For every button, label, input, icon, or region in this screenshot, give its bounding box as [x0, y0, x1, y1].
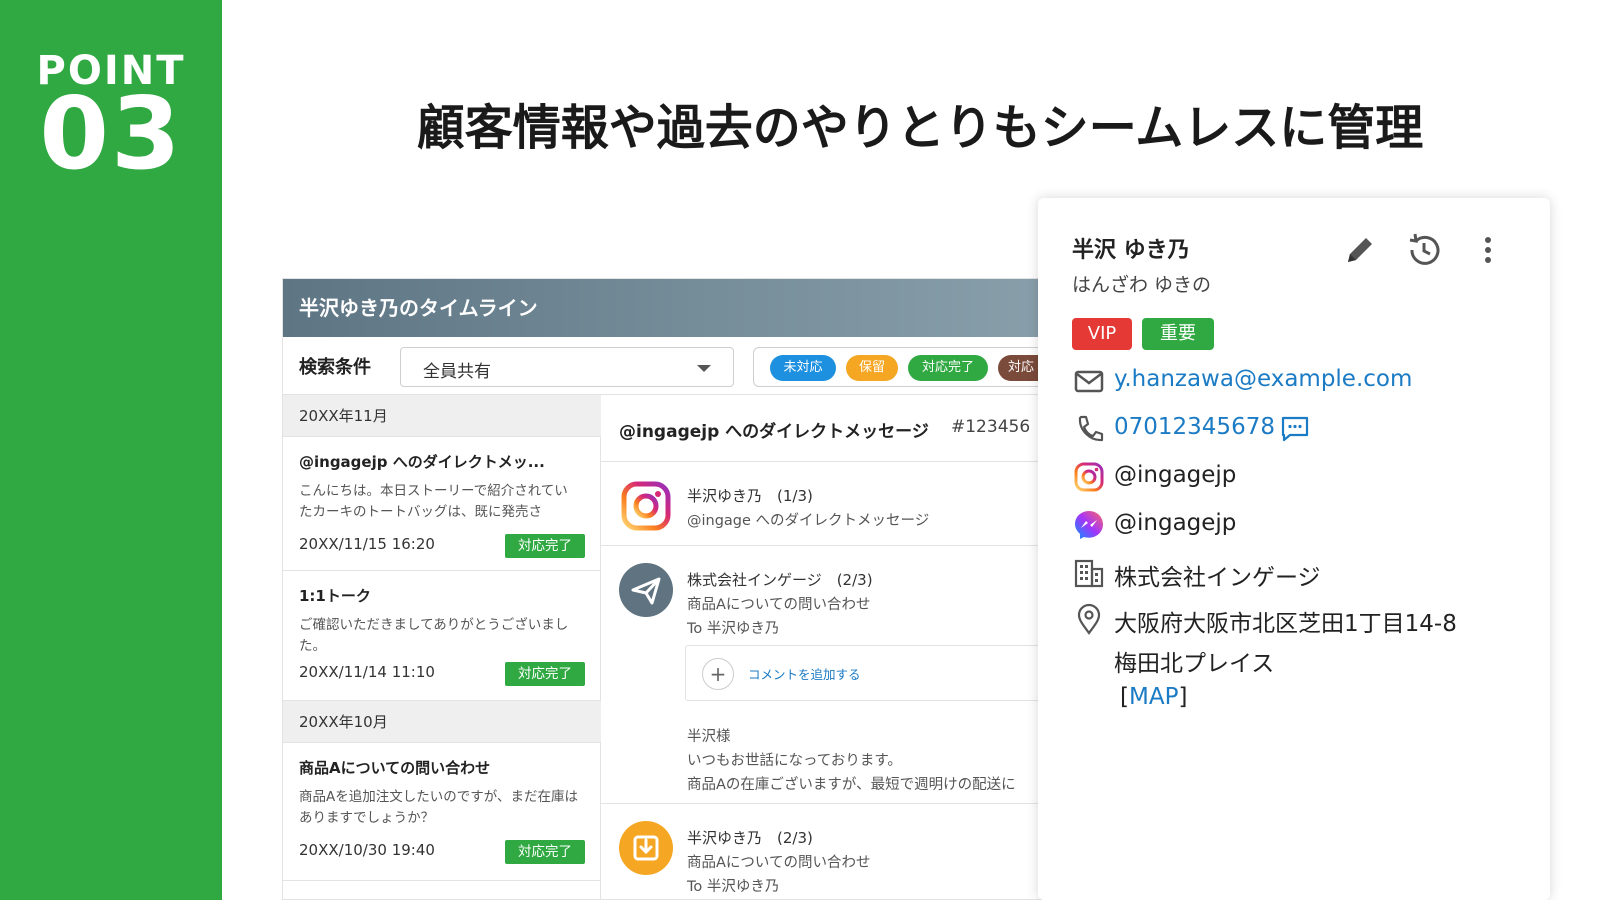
plus-icon[interactable]: +: [702, 658, 734, 690]
detail-title: @ingagejp へのダイレクトメッセージ: [619, 422, 929, 442]
tag-important: 重要: [1142, 318, 1214, 350]
address-line-1: 大阪府大阪市北区芝田1丁目14-8: [1114, 611, 1457, 637]
email-link[interactable]: y.hanzawa@example.com: [1114, 366, 1412, 392]
message-sender: 株式会社インゲージ (2/3): [687, 571, 873, 589]
customer-profile-card: 半沢 ゆき乃 はんざわ ゆきの VIP 重要 y.hanzawa@example…: [1038, 198, 1550, 900]
timeline-title: 半沢ゆき乃のタイムライン: [283, 279, 1071, 337]
send-icon: [619, 563, 673, 617]
month-header: 20XX年10月: [283, 701, 601, 743]
phone-link[interactable]: 07012345678: [1114, 414, 1275, 440]
select-value: 全員共有: [423, 362, 491, 382]
list-item-time: 20XX/10/30 19:40: [299, 841, 435, 859]
reply-line: 半沢様: [687, 729, 731, 745]
map-bracket-open: [: [1120, 684, 1129, 710]
filter-chip-hold[interactable]: 保留: [846, 355, 898, 381]
list-item[interactable]: @ingagejp へのダイレクトメッ... こんにちは。本日ストーリーで紹介さ…: [283, 437, 601, 571]
list-item-title: 1:1トーク: [299, 587, 371, 605]
headline: 顧客情報や過去のやりとりもシームレスに管理: [416, 100, 1424, 156]
search-label: 検索条件: [299, 357, 371, 378]
instagram-icon: [619, 479, 673, 533]
divider: [601, 545, 1071, 546]
tag-vip: VIP: [1072, 318, 1132, 350]
divider: [601, 461, 1071, 462]
message-recipient: To 半沢ゆき乃: [687, 621, 780, 637]
mail-icon: [1072, 364, 1106, 398]
message-sender: 半沢ゆき乃 (1/3): [687, 487, 813, 505]
message-subject: 商品Aについての問い合わせ: [687, 855, 871, 871]
message-sender: 半沢ゆき乃 (2/3): [687, 829, 813, 847]
conversation-list: 20XX年11月 @ingagejp へのダイレクトメッ... こんにちは。本日…: [283, 395, 601, 899]
phone-icon: [1072, 412, 1106, 446]
message-subject: @ingage へのダイレクトメッセージ: [687, 513, 930, 529]
ticket-id: #123456: [951, 417, 1031, 437]
instagram-handle: @ingagejp: [1114, 462, 1237, 488]
list-item[interactable]: 1:1トーク ご確認いただきましてありがとうございました。 20XX/11/14…: [283, 571, 601, 701]
list-item-time: 20XX/11/14 11:10: [299, 663, 435, 681]
edit-icon[interactable]: [1340, 230, 1380, 270]
building-icon: [1072, 556, 1106, 590]
month-header: 20XX年11月: [283, 395, 601, 437]
filter-chip-unhandled[interactable]: 未対応: [770, 355, 836, 381]
list-item[interactable]: 商品Aについての問い合わせ 商品Aを追加注文したいのですが、まだ在庫はありますで…: [283, 743, 601, 881]
timeline-panel: 半沢ゆき乃のタイムライン 検索条件 全員共有 未対応 保留 対応完了 対応 20…: [282, 278, 1072, 900]
map-bracket-close: ]: [1178, 684, 1188, 710]
messenger-handle: @ingagejp: [1114, 510, 1237, 536]
point-sidebar: POINT 03: [0, 0, 222, 900]
history-icon[interactable]: [1404, 230, 1444, 270]
list-item-preview: 商品Aを追加注文したいのですが、まだ在庫はありますでしょうか？: [299, 789, 578, 826]
map-link-wrapper: [MAP]: [1120, 684, 1187, 710]
search-bar: 検索条件 全員共有 未対応 保留 対応完了 対応: [283, 337, 1071, 395]
status-filter-group: 未対応 保留 対応完了 対応: [753, 347, 1071, 387]
inbox-icon: [619, 821, 673, 875]
more-icon[interactable]: [1468, 230, 1508, 270]
conversation-detail: @ingagejp へのダイレクトメッセージ #123456 半沢ゆき乃 (1/…: [601, 395, 1071, 899]
status-badge: 対応完了: [505, 534, 585, 558]
list-item-time: 20XX/11/15 16:20: [299, 535, 435, 553]
sms-icon[interactable]: [1278, 412, 1312, 446]
status-badge: 対応完了: [505, 840, 585, 864]
company-name: 株式会社インゲージ: [1114, 565, 1321, 591]
add-comment-link[interactable]: コメントを追加する: [748, 664, 861, 683]
messenger-icon: [1072, 508, 1106, 542]
divider: [601, 803, 1071, 804]
message-recipient: To 半沢ゆき乃: [687, 879, 780, 895]
customer-kana: はんざわ ゆきの: [1072, 274, 1212, 296]
list-item-preview: こんにちは。本日ストーリーで紹介されていたカーキのトートバッグは、既に発売さ: [299, 483, 568, 520]
reply-line: 商品Aの在庫ございますが、最短で週明けの配送に: [687, 777, 1016, 793]
list-item-title: @ingagejp へのダイレクトメッ...: [299, 453, 545, 471]
filter-chip-done[interactable]: 対応完了: [908, 355, 988, 381]
status-badge: 対応完了: [505, 662, 585, 686]
map-link[interactable]: MAP: [1129, 684, 1178, 710]
customer-name: 半沢 ゆき乃: [1072, 238, 1190, 263]
reply-line: いつもお世話になっております。: [687, 753, 902, 769]
chevron-down-icon: [697, 365, 711, 372]
point-number: 03: [39, 75, 183, 192]
share-scope-select[interactable]: 全員共有: [400, 347, 734, 387]
instagram-icon: [1072, 460, 1106, 494]
message-subject: 商品Aについての問い合わせ: [687, 597, 871, 613]
location-pin-icon: [1072, 602, 1106, 636]
list-item-preview: ご確認いただきましてありがとうございました。: [299, 617, 569, 654]
address-line-2: 梅田北プレイス: [1114, 651, 1275, 677]
add-comment-box[interactable]: + コメントを追加する: [685, 645, 1071, 701]
list-item-title: 商品Aについての問い合わせ: [299, 759, 491, 777]
